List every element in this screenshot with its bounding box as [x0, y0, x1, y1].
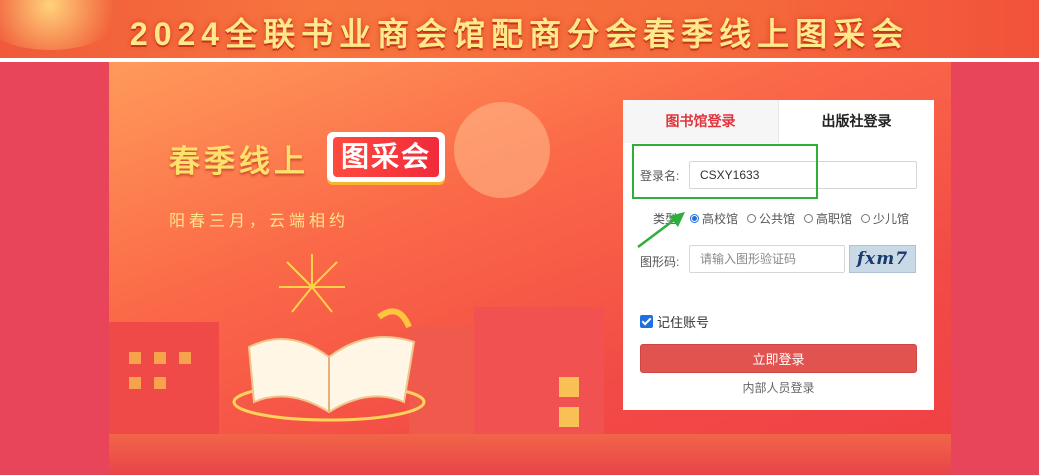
building-window — [129, 377, 141, 389]
remember-account-checkbox[interactable]: 记住账号 — [640, 312, 709, 331]
building-window — [129, 352, 141, 364]
ground — [109, 434, 951, 475]
hero-badge: 图采会 — [327, 132, 445, 182]
radio-label: 少儿馆 — [873, 212, 910, 226]
checkbox-checked-icon — [640, 315, 653, 328]
captcha-image[interactable]: fxm7 — [849, 245, 916, 273]
radio-university-library[interactable]: 高校馆 — [690, 210, 738, 227]
remember-label: 记住账号 — [657, 315, 710, 330]
highlight-box — [632, 144, 818, 199]
hero-badge-text: 图采会 — [333, 137, 439, 177]
radio-children-library[interactable]: 少儿馆 — [861, 210, 909, 227]
captcha-input[interactable]: 请输入图形验证码 — [689, 245, 845, 273]
building-window — [559, 407, 579, 427]
radio-dot-icon — [747, 214, 757, 223]
annotation-arrow-icon — [637, 212, 685, 248]
captcha-label: 图形码: — [640, 255, 680, 269]
radio-label: 高校馆 — [702, 212, 739, 226]
login-tabs: 图书馆登录 出版社登录 — [623, 100, 934, 143]
building-window — [179, 352, 191, 364]
building-tower — [474, 307, 604, 447]
hero-title: 春季线上 — [169, 144, 309, 179]
sun-circle — [454, 102, 550, 198]
tab-library-login[interactable]: 图书馆登录 — [623, 100, 779, 143]
building-window — [154, 352, 166, 364]
building-window — [154, 377, 166, 389]
banner-title: 2024全联书业商会馆配商分会春季线上图采会 — [129, 16, 910, 52]
radio-dot-icon — [861, 214, 871, 223]
hero-subtitle: 阳春三月，云端相约 — [169, 213, 350, 230]
login-button[interactable]: 立即登录 — [640, 344, 917, 373]
library-type-radio-group: 高校馆 公共馆 高职馆 少儿馆 — [690, 210, 909, 227]
radio-dot-icon — [804, 214, 814, 223]
radio-vocational-library[interactable]: 高职馆 — [804, 210, 852, 227]
open-book-icon — [232, 308, 426, 422]
staff-login-link[interactable]: 内部人员登录 — [623, 379, 934, 396]
tab-publisher-login[interactable]: 出版社登录 — [779, 100, 934, 143]
top-banner: 2024全联书业商会馆配商分会春季线上图采会 — [0, 0, 1039, 58]
radio-label: 高职馆 — [816, 212, 853, 226]
building-window — [559, 377, 579, 397]
radio-public-library[interactable]: 公共馆 — [747, 210, 795, 227]
radio-label: 公共馆 — [759, 212, 796, 226]
